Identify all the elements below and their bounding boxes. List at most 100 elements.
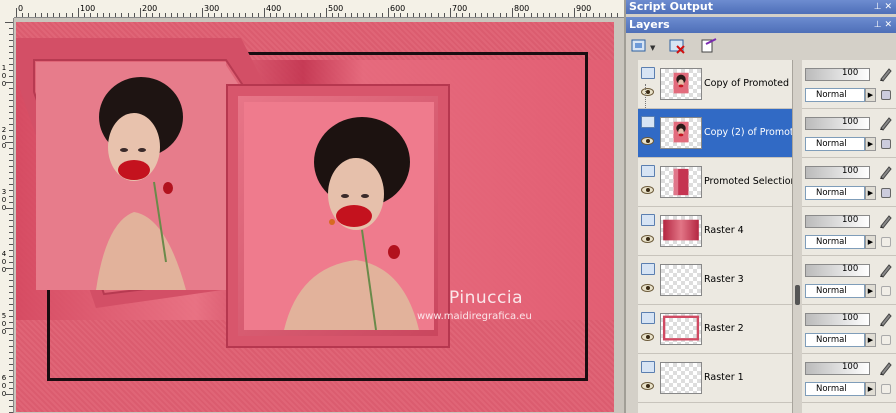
- edit-pen-icon[interactable]: [878, 213, 894, 229]
- vertical-ruler-tick: [9, 58, 13, 59]
- ruler-tick: [388, 8, 389, 17]
- layer-row[interactable]: Copy (2) of Promote: [638, 109, 792, 158]
- opacity-slider[interactable]: [805, 68, 870, 81]
- ruler-tick: [22, 13, 24, 17]
- layers-title: Layers: [629, 18, 670, 31]
- layer-row[interactable]: Copy of Promoted S: [638, 60, 792, 114]
- edit-pen-icon[interactable]: [878, 164, 894, 180]
- edit-pen-icon[interactable]: [878, 360, 894, 376]
- ruler-tick: [456, 13, 458, 17]
- vertical-ruler-tick: [9, 64, 13, 65]
- canvas-pane[interactable]: 0 100 200 300 400 500 600 700 800 900 1 0 0 2 0 0 3…: [0, 0, 624, 413]
- edit-pen-icon[interactable]: [878, 66, 894, 82]
- blend-mode-select[interactable]: Normal: [805, 284, 865, 298]
- layers-header[interactable]: Layers ⊥ ✕: [626, 17, 896, 33]
- splitter-handle[interactable]: [795, 285, 800, 305]
- opacity-slider[interactable]: [805, 313, 870, 326]
- delete-layer-icon[interactable]: [668, 37, 686, 55]
- opacity-value: 100: [842, 313, 859, 323]
- ruler-tick: [208, 13, 210, 17]
- vertical-ruler-tick: [9, 334, 13, 335]
- visibility-eye-icon[interactable]: [641, 137, 654, 145]
- ruler-tick: [133, 13, 135, 17]
- blend-dropdown-icon[interactable]: ▶: [865, 382, 876, 396]
- vertical-ruler-label: 2 0 0: [1, 126, 7, 150]
- vertical-ruler-tick: [9, 70, 13, 71]
- ruler-tick: [109, 13, 110, 17]
- visibility-eye-icon[interactable]: [641, 382, 654, 390]
- lock-icon[interactable]: [881, 139, 891, 149]
- layer-type-icon: [641, 312, 655, 324]
- layer-type-icon: [641, 263, 655, 275]
- ruler-tick: [332, 13, 334, 17]
- lock-icon[interactable]: [881, 237, 891, 247]
- ruler-tick: [574, 8, 575, 17]
- blend-mode-select[interactable]: Normal: [805, 186, 865, 200]
- blend-mode-select[interactable]: Normal: [805, 137, 865, 151]
- vertical-ruler-tick: [5, 328, 13, 329]
- blend-dropdown-icon[interactable]: ▶: [865, 284, 876, 298]
- pin-close-icons[interactable]: ⊥ ✕: [874, 0, 892, 14]
- vertical-ruler-tick: [5, 268, 13, 269]
- lock-icon[interactable]: [881, 286, 891, 296]
- lock-icon[interactable]: [881, 335, 891, 345]
- layer-row[interactable]: Raster 2: [638, 305, 792, 354]
- visibility-eye-icon[interactable]: [641, 284, 654, 292]
- lock-icon[interactable]: [881, 384, 891, 394]
- opacity-slider[interactable]: [805, 215, 870, 228]
- new-layer-icon[interactable]: [630, 37, 648, 55]
- ruler-tick: [586, 13, 588, 17]
- vertical-ruler-tick: [9, 280, 13, 281]
- ruler-tick: [450, 8, 451, 17]
- layers-pin-close-icons[interactable]: ⊥ ✕: [874, 17, 892, 33]
- ruler-tick: [344, 13, 346, 17]
- layer-row[interactable]: Raster 4: [638, 207, 792, 256]
- layer-row[interactable]: Raster 3: [638, 256, 792, 305]
- lock-icon[interactable]: [881, 90, 891, 100]
- ruler-tick: [518, 13, 520, 17]
- blend-dropdown-icon[interactable]: ▶: [865, 333, 876, 347]
- app-window: 0 100 200 300 400 500 600 700 800 900 1 0 0 2 0 0 3…: [0, 0, 896, 413]
- vertical-ruler-tick: [9, 202, 13, 203]
- opacity-slider[interactable]: [805, 264, 870, 277]
- layer-row[interactable]: Promoted Selection: [638, 158, 792, 207]
- vertical-ruler-tick: [9, 130, 13, 131]
- blend-mode-select[interactable]: Normal: [805, 382, 865, 396]
- opacity-slider[interactable]: [805, 362, 870, 375]
- blend-mode-select[interactable]: Normal: [805, 88, 865, 102]
- layer-splitter[interactable]: [792, 60, 802, 413]
- palette-pane: Script Output ⊥ ✕ Layers ⊥ ✕ ▼ Copy of P…: [626, 0, 896, 413]
- vertical-ruler-tick: [9, 52, 13, 53]
- edit-pen-icon[interactable]: [878, 115, 894, 131]
- blend-dropdown-icon[interactable]: ▶: [865, 88, 876, 102]
- script-output-header[interactable]: Script Output ⊥ ✕: [626, 0, 896, 14]
- ruler-tick: [152, 13, 154, 17]
- new-layer-dropdown-icon[interactable]: ▼: [650, 44, 655, 52]
- layer-properties-icon[interactable]: [700, 37, 718, 55]
- visibility-eye-icon[interactable]: [641, 235, 654, 243]
- layer-row[interactable]: Raster 1: [638, 354, 792, 403]
- layer-props-row: 100 Normal ▶: [802, 354, 896, 403]
- blend-dropdown-icon[interactable]: ▶: [865, 186, 876, 200]
- blend-dropdown-icon[interactable]: ▶: [865, 137, 876, 151]
- vertical-ruler-tick: [9, 238, 13, 239]
- ruler-tick: [84, 13, 86, 17]
- visibility-eye-icon[interactable]: [641, 88, 654, 96]
- blend-mode-select[interactable]: Normal: [805, 333, 865, 347]
- edit-pen-icon[interactable]: [878, 262, 894, 278]
- ruler-tick: [375, 13, 377, 17]
- vertical-ruler-tick: [9, 358, 13, 359]
- blend-mode-select[interactable]: Normal: [805, 235, 865, 249]
- opacity-slider[interactable]: [805, 117, 870, 130]
- ruler-tick: [443, 13, 445, 17]
- lock-icon[interactable]: [881, 188, 891, 198]
- ruler-tick: [536, 13, 538, 17]
- opacity-slider[interactable]: [805, 166, 870, 179]
- ruler-tick: [512, 8, 513, 17]
- layer-list[interactable]: Copy of Promoted S Copy (2) of Promote Pro…: [638, 60, 792, 413]
- vertical-ruler-tick: [9, 112, 13, 113]
- blend-dropdown-icon[interactable]: ▶: [865, 235, 876, 249]
- visibility-eye-icon[interactable]: [641, 333, 654, 341]
- visibility-eye-icon[interactable]: [641, 186, 654, 194]
- edit-pen-icon[interactable]: [878, 311, 894, 327]
